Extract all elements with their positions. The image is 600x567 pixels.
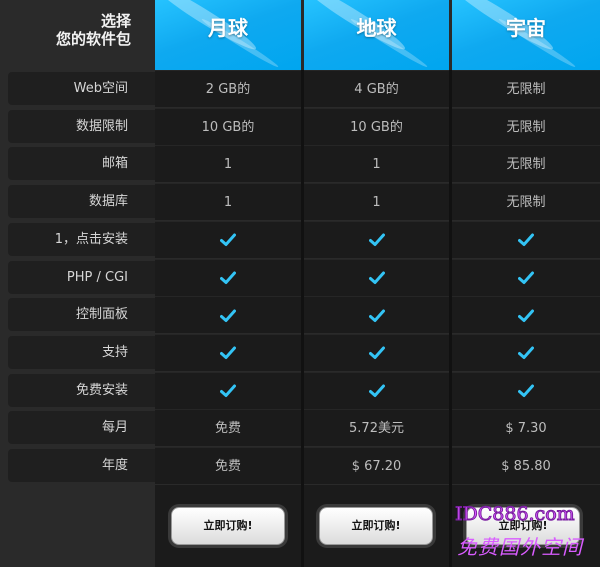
cell-value-moon: 2 GB的 — [155, 70, 301, 107]
cell-value-universe: $ 85.80 — [452, 447, 600, 484]
plan-header-universe: 宇宙 — [452, 0, 600, 70]
plan-name-universe: 宇宙 — [506, 16, 546, 40]
table-row: PHP / CGI — [0, 258, 600, 296]
check-icon-universe — [452, 220, 600, 258]
table-row: 数据库 1 1 无限制 — [0, 183, 600, 221]
row-label: 年度 — [8, 449, 155, 482]
cell-value-earth: 1 — [304, 183, 449, 221]
check-icon-earth — [304, 296, 449, 334]
table-row: 每月 免费 5.72美元 $ 7.30 — [0, 409, 600, 447]
cell-value-universe: 无限制 — [452, 107, 600, 145]
table-row: 1，点击安装 — [0, 220, 600, 258]
cell-value-universe: 无限制 — [452, 70, 600, 107]
plan-name-moon: 月球 — [208, 16, 248, 40]
check-icon-universe — [452, 258, 600, 296]
cell-value-earth: 10 GB的 — [304, 107, 449, 145]
check-icon-earth — [304, 371, 449, 409]
row-label: 免费安装 — [8, 373, 155, 407]
cell-value-moon: 10 GB的 — [155, 107, 301, 145]
check-icon-moon — [155, 371, 301, 409]
check-icon-universe — [452, 296, 600, 334]
row-label: PHP / CGI — [8, 260, 155, 294]
order-now-button-earth[interactable]: 立即订购! — [319, 507, 433, 545]
order-now-button-universe[interactable]: 立即订购! — [466, 507, 580, 545]
check-icon-universe — [452, 333, 600, 371]
check-icon-earth — [304, 258, 449, 296]
choose-package-heading: 选择 您的软件包 — [0, 0, 155, 70]
row-label: 控制面板 — [8, 298, 155, 332]
check-icon-earth — [304, 333, 449, 371]
row-label: 支持 — [8, 335, 155, 369]
check-icon-moon — [155, 258, 301, 296]
plan-name-earth: 地球 — [356, 16, 397, 40]
cell-value-universe: $ 7.30 — [452, 409, 600, 447]
row-label: 数据限制 — [8, 109, 155, 143]
table-row: 支持 — [0, 333, 600, 371]
cell-value-earth: 1 — [304, 145, 449, 183]
row-label: Web空间 — [8, 72, 155, 105]
check-icon-moon — [155, 333, 301, 371]
table-row: 年度 免费 $ 67.20 $ 85.80 — [0, 447, 600, 484]
row-label: 邮箱 — [8, 147, 155, 181]
pricing-header: 选择 您的软件包 月球 地球 宇宙 — [0, 0, 600, 70]
cell-value-earth: 4 GB的 — [304, 70, 449, 107]
column-divider — [449, 70, 452, 567]
pricing-table: 选择 您的软件包 月球 地球 宇宙 Web空间 2 GB的 4 GB的 无限制 数据限制… — [0, 0, 600, 567]
check-icon-moon — [155, 220, 301, 258]
check-icon-earth — [304, 220, 449, 258]
cell-value-universe: 无限制 — [452, 183, 600, 221]
table-row: 控制面板 — [0, 296, 600, 334]
row-label: 数据库 — [8, 185, 155, 219]
cell-value-earth: 5.72美元 — [304, 409, 449, 447]
check-icon-universe — [452, 371, 600, 409]
table-row: 免费安装 — [0, 371, 600, 409]
cell-value-universe: 无限制 — [452, 145, 600, 183]
table-row: Web空间 2 GB的 4 GB的 无限制 — [0, 70, 600, 107]
cell-value-moon: 免费 — [155, 409, 301, 447]
row-label: 每月 — [8, 411, 155, 445]
plan-header-earth: 地球 — [304, 0, 449, 70]
cell-value-moon: 1 — [155, 183, 301, 221]
cell-value-moon: 免费 — [155, 447, 301, 484]
cell-value-earth: $ 67.20 — [304, 447, 449, 484]
column-divider — [301, 70, 304, 567]
cell-value-moon: 1 — [155, 145, 301, 183]
check-icon-moon — [155, 296, 301, 334]
plan-header-moon: 月球 — [155, 0, 301, 70]
table-row: 数据限制 10 GB的 10 GB的 无限制 — [0, 107, 600, 145]
row-label: 1，点击安装 — [8, 222, 155, 256]
choose-line-2: 您的软件包 — [55, 30, 131, 48]
table-row: 邮箱 1 1 无限制 — [0, 145, 600, 183]
footer-spacer — [0, 485, 155, 567]
order-now-button-moon[interactable]: 立即订购! — [171, 507, 285, 545]
